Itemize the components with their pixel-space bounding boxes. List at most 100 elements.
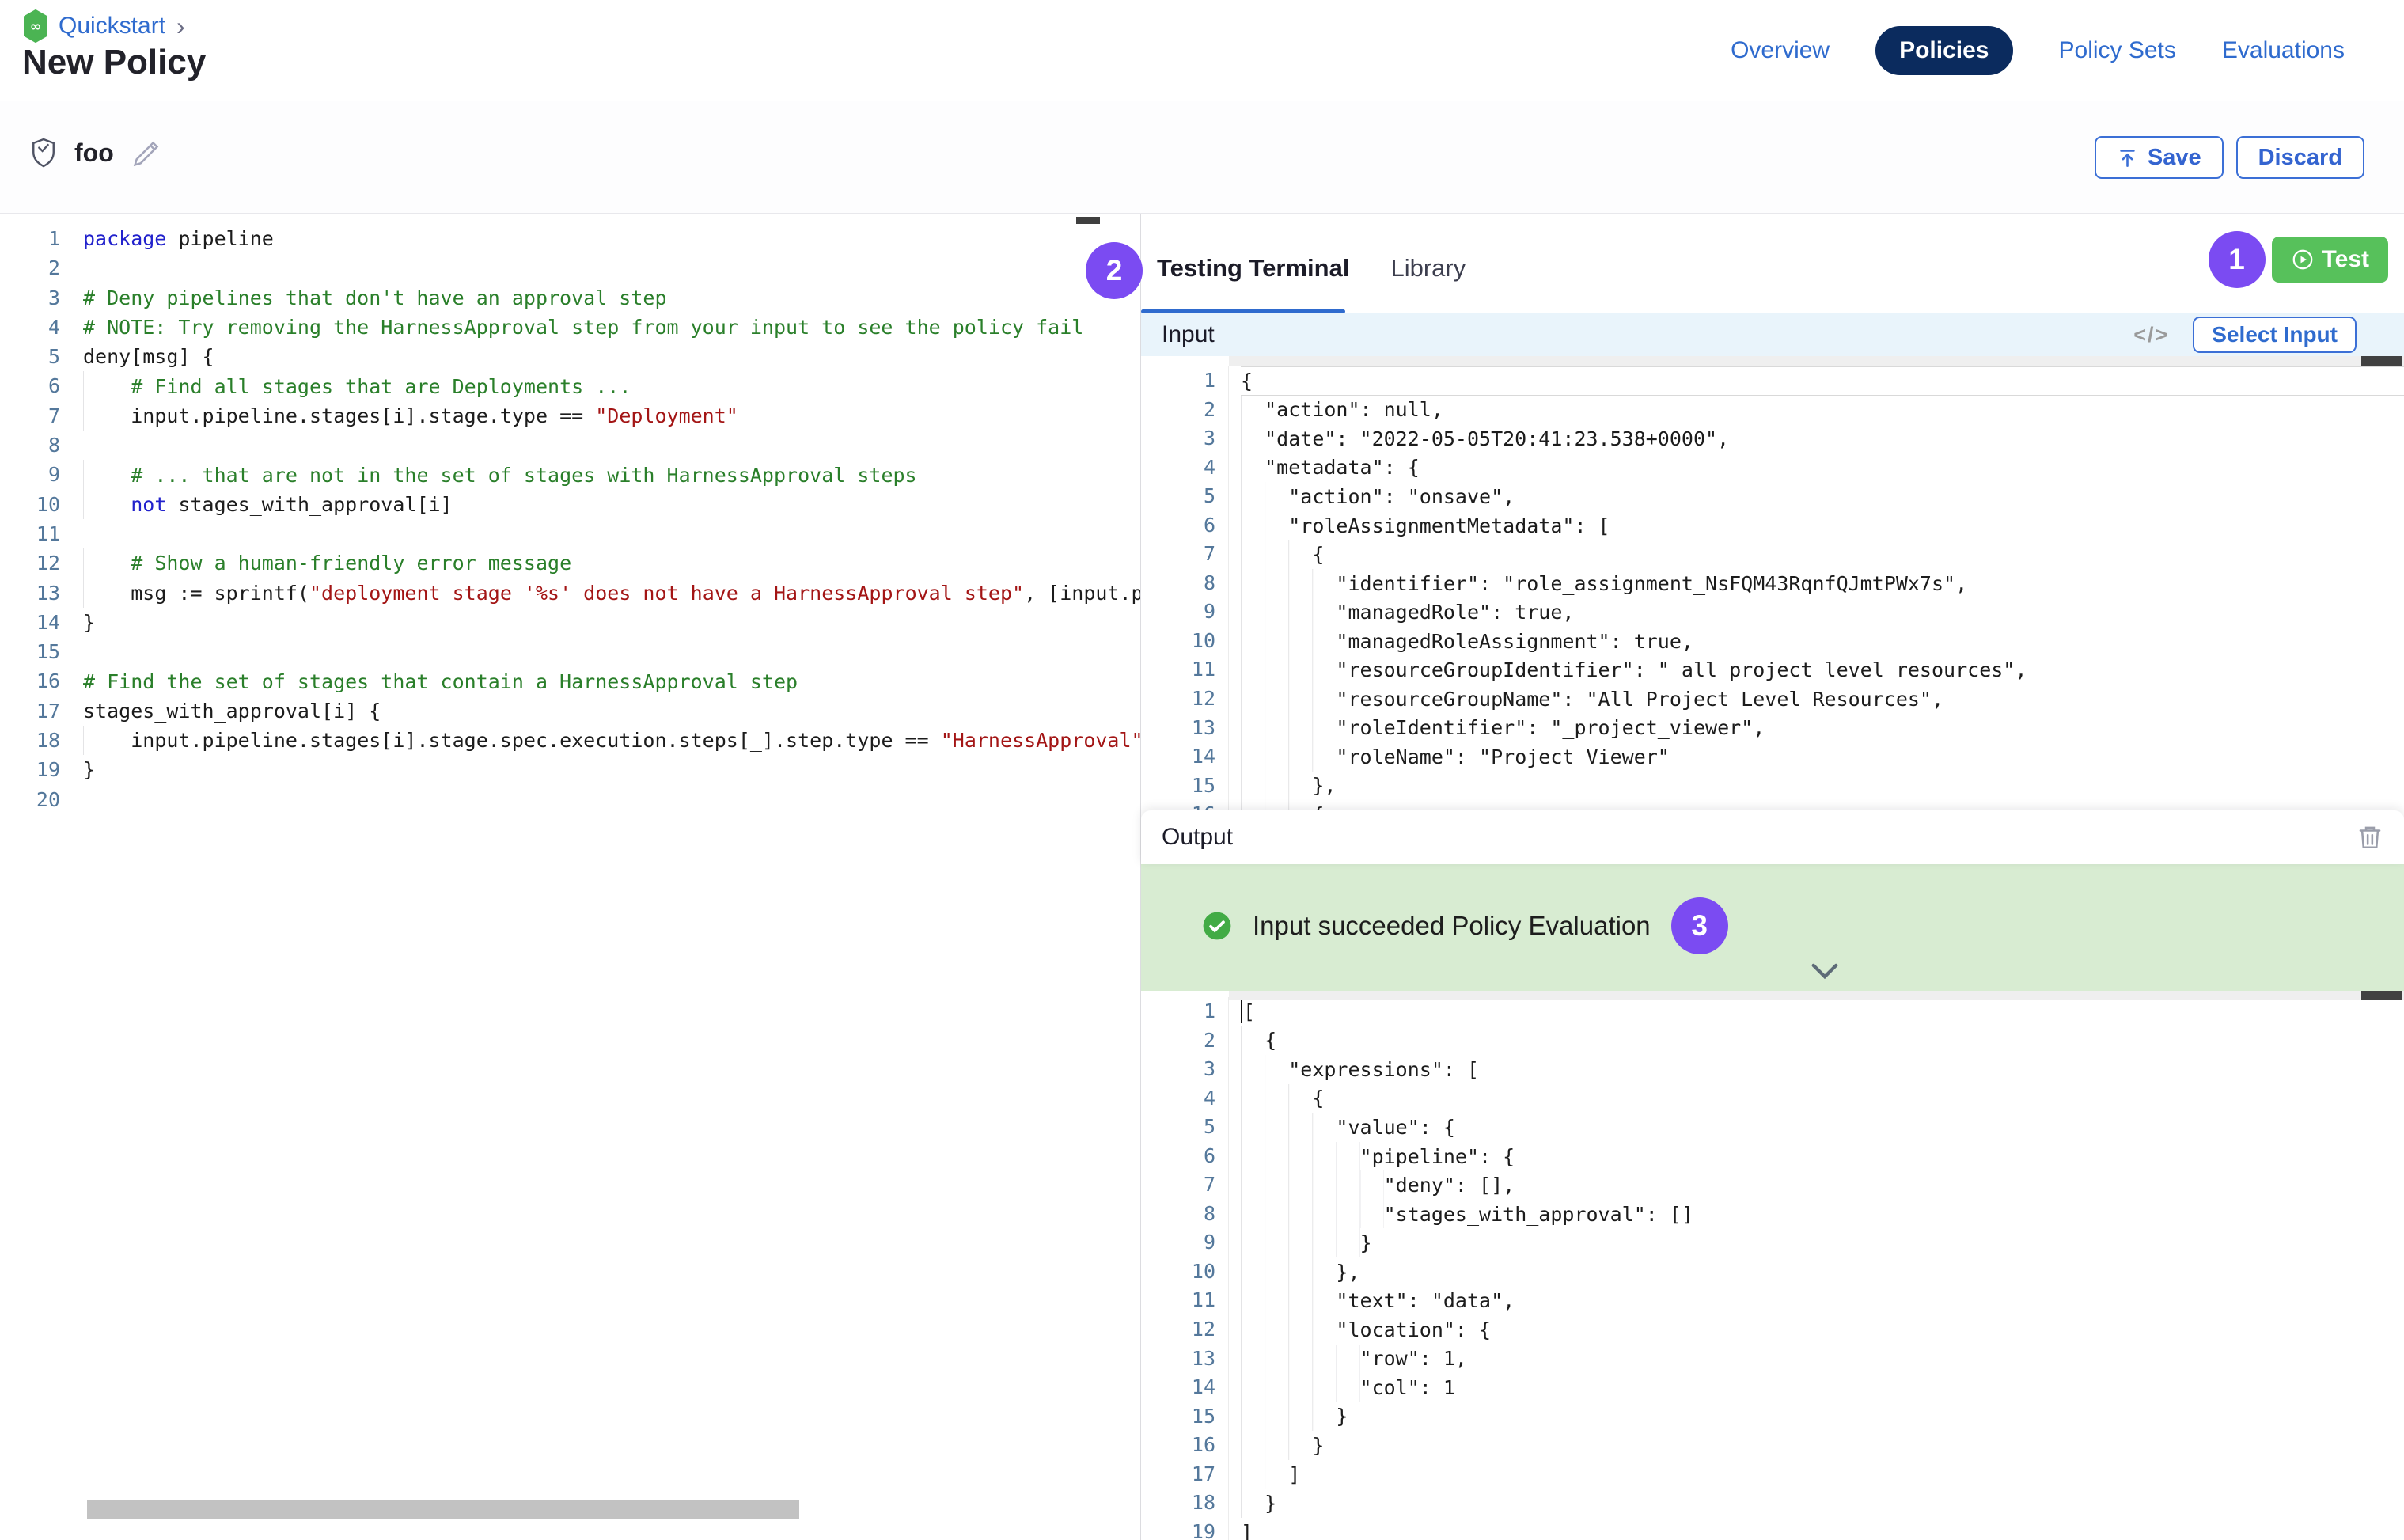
line-number: 8 (1141, 569, 1215, 598)
code-line[interactable]: "action": "onsave", (1241, 482, 2404, 511)
line-number: 5 (0, 342, 60, 371)
code-line[interactable]: # ... that are not in the set of stages … (83, 460, 1140, 489)
code-line[interactable]: "location": { (1241, 1315, 2404, 1345)
code-line[interactable]: [ (1241, 997, 2404, 1026)
code-line[interactable]: } (1241, 1228, 2404, 1257)
code-line[interactable]: "roleAssignmentMetadata": [ (1241, 511, 2404, 541)
nav-tab-policy-sets[interactable]: Policy Sets (2059, 37, 2176, 64)
editor-scrollbar-thumb[interactable] (1076, 217, 1100, 224)
output-json-pane[interactable]: 12345678910111213141516171819 [ { "expre… (1141, 991, 2404, 1540)
line-number: 15 (1141, 772, 1215, 801)
code-line[interactable]: "expressions": [ (1241, 1055, 2404, 1084)
code-line[interactable]: } (1241, 1431, 2404, 1460)
line-number: 14 (0, 608, 60, 637)
code-line[interactable]: "resourceGroupName": "All Project Level … (1241, 685, 2404, 714)
code-line[interactable]: { (1241, 1084, 2404, 1113)
test-label: Test (2322, 246, 2369, 273)
output-scrollbar-track (1229, 991, 2404, 1000)
code-line[interactable]: deny[msg] { (83, 342, 1140, 371)
code-line[interactable]: "date": "2022-05-05T20:41:23.538+0000", (1241, 424, 2404, 453)
code-line[interactable]: # Deny pipelines that don't have an appr… (83, 283, 1140, 313)
line-number: 13 (1141, 1345, 1215, 1374)
code-line[interactable]: "text": "data", (1241, 1286, 2404, 1315)
input-json-code[interactable]: { "action": null, "date": "2022-05-05T20… (1229, 366, 2404, 810)
code-line[interactable]: "managedRole": true, (1241, 597, 2404, 627)
discard-label: Discard (2258, 145, 2342, 171)
output-label: Output (1162, 824, 1233, 851)
editor-horizontal-scrollbar[interactable] (87, 1500, 799, 1519)
code-line[interactable]: "metadata": { (1241, 453, 2404, 483)
output-scrollbar-thumb[interactable] (2361, 991, 2402, 1000)
edit-pencil-icon[interactable] (131, 137, 163, 169)
discard-button[interactable]: Discard (2236, 136, 2364, 179)
line-number: 13 (0, 578, 60, 608)
breadcrumb-link-quickstart[interactable]: Quickstart (59, 13, 165, 40)
code-line[interactable]: # Find the set of stages that contain a … (83, 666, 1140, 696)
code-line[interactable]: { (1241, 800, 2404, 810)
trash-icon[interactable] (2357, 824, 2383, 851)
test-button[interactable]: Test (2272, 237, 2388, 283)
code-line[interactable]: "row": 1, (1241, 1345, 2404, 1374)
output-line-numbers: 12345678910111213141516171819 (1141, 997, 1229, 1540)
line-number: 2 (1141, 396, 1215, 425)
code-line[interactable]: # Show a human-friendly error message (83, 548, 1140, 578)
input-scrollbar-thumb[interactable] (2361, 356, 2402, 366)
code-line[interactable]: "action": null, (1241, 396, 2404, 425)
input-json-pane[interactable]: 12345678910111213141516 { "action": null… (1141, 356, 2404, 810)
code-line[interactable]: }, (1241, 772, 2404, 801)
code-line[interactable] (83, 785, 1140, 814)
code-line[interactable] (83, 519, 1140, 548)
code-line[interactable]: }, (1241, 1257, 2404, 1287)
code-line[interactable]: package pipeline (83, 224, 1140, 253)
tab-library[interactable]: Library (1390, 254, 1466, 283)
code-line[interactable]: # NOTE: Try removing the HarnessApproval… (83, 313, 1140, 342)
select-input-button[interactable]: Select Input (2193, 317, 2357, 353)
code-line[interactable]: "roleIdentifier": "_project_viewer", (1241, 714, 2404, 743)
code-line[interactable]: input.pipeline.stages[i].stage.spec.exec… (83, 726, 1140, 755)
text-cursor (1241, 1000, 1242, 1023)
code-line[interactable]: "stages_with_approval": [] (1241, 1200, 2404, 1229)
code-line[interactable]: ] (1241, 1460, 2404, 1489)
code-line[interactable]: "identifier": "role_assignment_NsFQM43Rq… (1241, 569, 2404, 598)
nav-tab-evaluations[interactable]: Evaluations (2222, 37, 2345, 64)
code-line[interactable]: { (1241, 540, 2404, 569)
code-line[interactable]: msg := sprintf("deployment stage '%s' do… (83, 578, 1140, 608)
code-line[interactable]: "managedRoleAssignment": true, (1241, 627, 2404, 656)
save-button[interactable]: Save (2095, 136, 2224, 179)
code-line[interactable]: "resourceGroupIdentifier": "_all_project… (1241, 655, 2404, 685)
code-line[interactable]: stages_with_approval[i] { (83, 696, 1140, 726)
code-line[interactable]: } (83, 608, 1140, 637)
line-number: 3 (0, 283, 60, 313)
line-number: 7 (1141, 1170, 1215, 1200)
code-line[interactable]: # Find all stages that are Deployments .… (83, 371, 1140, 400)
nav-tab-policies[interactable]: Policies (1875, 26, 2012, 75)
play-circle-icon (2291, 248, 2315, 271)
code-brackets-icon[interactable]: </> (2133, 323, 2169, 347)
editor-code[interactable]: package pipeline # Deny pipelines that do… (60, 224, 1140, 1540)
tab-testing-terminal[interactable]: Testing Terminal (1157, 254, 1349, 283)
code-line[interactable]: "col": 1 (1241, 1373, 2404, 1402)
code-line[interactable] (83, 637, 1140, 666)
code-line[interactable] (83, 253, 1140, 283)
code-line[interactable]: not stages_with_approval[i] (83, 490, 1140, 519)
nav-tab-overview[interactable]: Overview (1731, 37, 1830, 64)
code-line[interactable]: input.pipeline.stages[i].stage.type == "… (83, 401, 1140, 431)
code-line[interactable]: ] (1241, 1518, 2404, 1540)
top-nav: Overview Policies Policy Sets Evaluation… (1731, 0, 2345, 101)
code-line[interactable]: { (1241, 1026, 2404, 1056)
code-line[interactable]: } (1241, 1489, 2404, 1518)
line-number: 17 (1141, 1460, 1215, 1489)
code-line[interactable]: { (1241, 366, 2404, 396)
policy-code-editor[interactable]: 1234567891011121314151617181920 package … (0, 214, 1141, 1540)
code-line[interactable]: "value": { (1241, 1113, 2404, 1142)
output-json-code[interactable]: [ { "expressions": [ { "value": { "pipel… (1229, 997, 2404, 1540)
code-line[interactable] (83, 431, 1140, 460)
code-line[interactable]: } (83, 755, 1140, 784)
chevron-down-icon[interactable] (1811, 963, 1839, 983)
code-line[interactable]: } (1241, 1402, 2404, 1432)
code-line[interactable]: "deny": [], (1241, 1170, 2404, 1200)
code-line[interactable]: "roleName": "Project Viewer" (1241, 742, 2404, 772)
code-line[interactable]: "pipeline": { (1241, 1142, 2404, 1171)
svg-text:∞: ∞ (30, 19, 41, 35)
line-number: 6 (1141, 511, 1215, 541)
